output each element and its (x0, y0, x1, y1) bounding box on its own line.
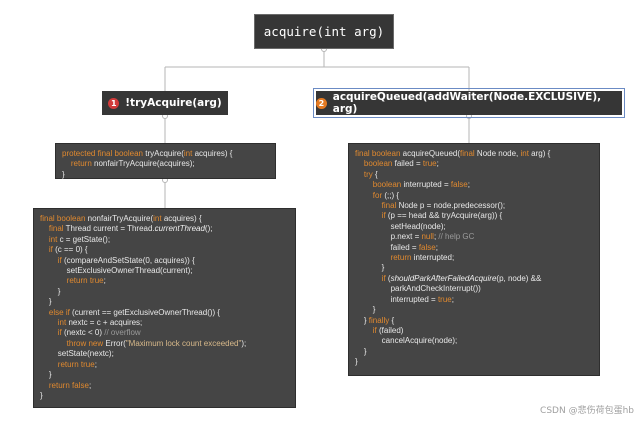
priority-one-icon: 1 (108, 97, 120, 109)
code-line: return true; (57, 359, 97, 369)
code-block-acquire-queued[interactable]: final boolean acquireQueued(final Node n… (348, 143, 600, 376)
branch-node-label: acquireQueued(addWaiter(Node.EXCLUSIVE),… (332, 91, 602, 115)
code-line: else if (current == getExclusiveOwnerThr… (48, 307, 221, 317)
root-node[interactable]: acquire(int arg) (254, 14, 394, 49)
code-line: return false; (48, 380, 92, 390)
root-node-label: acquire(int arg) (263, 24, 385, 39)
branch-node-try-acquire[interactable]: 1 !tryAcquire(arg) (102, 91, 228, 115)
code-line: if (shouldParkAfterFailedAcquire(p, node… (381, 273, 542, 283)
branch-node-acquire-queued[interactable]: 2 acquireQueued(addWaiter(Node.EXCLUSIVE… (313, 88, 625, 118)
code-line: int nextc = c + acquires; (57, 318, 143, 328)
code-line: return true; (66, 276, 106, 286)
code-line: return interrupted; (390, 253, 455, 263)
code-line: for (;;) { (372, 190, 400, 200)
code-line: return nonfairTryAcquire(acquires); (70, 159, 195, 169)
code-line: if (nextc < 0) // overflow (57, 328, 141, 338)
code-line: cancelAcquire(node); (355, 336, 458, 346)
code-line: final Node p = node.predecessor(); (381, 201, 506, 211)
code-line: } (40, 390, 43, 400)
code-line: } (355, 346, 367, 356)
code-line: if (failed) (372, 325, 404, 335)
code-line: setState(nextc); (40, 349, 114, 359)
code-line: parkAndCheckInterrupt()) (355, 284, 481, 294)
code-line: try { (363, 169, 378, 179)
code-line: failed = false; (355, 242, 438, 252)
watermark: CSDN @悲伤荷包蛋hb (540, 406, 634, 416)
branch-node-label: !tryAcquire(arg) (125, 97, 222, 109)
code-line: boolean interrupted = false; (372, 180, 470, 190)
code-line: } (40, 370, 52, 380)
code-line: } (40, 297, 52, 307)
code-line: throw new Error("Maximum lock count exce… (66, 338, 247, 348)
code-line: setExclusiveOwnerThread(current); (40, 266, 193, 276)
code-line: if (p == head && tryAcquire(arg)) { (381, 211, 503, 221)
code-line: final boolean acquireQueued(final Node n… (355, 149, 551, 158)
code-line: if (compareAndSetState(0, acquires)) { (57, 255, 195, 265)
code-line: } (355, 357, 358, 367)
code-block-nonfair-try-acquire[interactable]: final boolean nonfairTryAcquire(int acqu… (33, 208, 296, 408)
code-line: final boolean nonfairTryAcquire(int acqu… (40, 214, 202, 223)
code-line: p.next = null; // help GC (355, 232, 475, 242)
code-line: protected final boolean tryAcquire(int a… (62, 149, 233, 158)
code-line: } (40, 286, 61, 296)
code-line: final Thread current = Thread.currentThr… (48, 224, 213, 234)
priority-two-icon: 2 (316, 97, 327, 109)
code-line: } (355, 305, 376, 315)
code-line: } finally { (355, 315, 395, 325)
code-line: } (62, 169, 65, 179)
code-line: } (355, 263, 385, 273)
code-line: interrupted = true; (355, 294, 454, 304)
code-line: boolean failed = true; (363, 159, 439, 169)
code-block-try-acquire[interactable]: protected final boolean tryAcquire(int a… (55, 143, 276, 179)
code-line: int c = getState(); (48, 234, 111, 244)
code-line: if (c == 0) { (48, 245, 88, 255)
code-line: setHead(node); (355, 221, 446, 231)
